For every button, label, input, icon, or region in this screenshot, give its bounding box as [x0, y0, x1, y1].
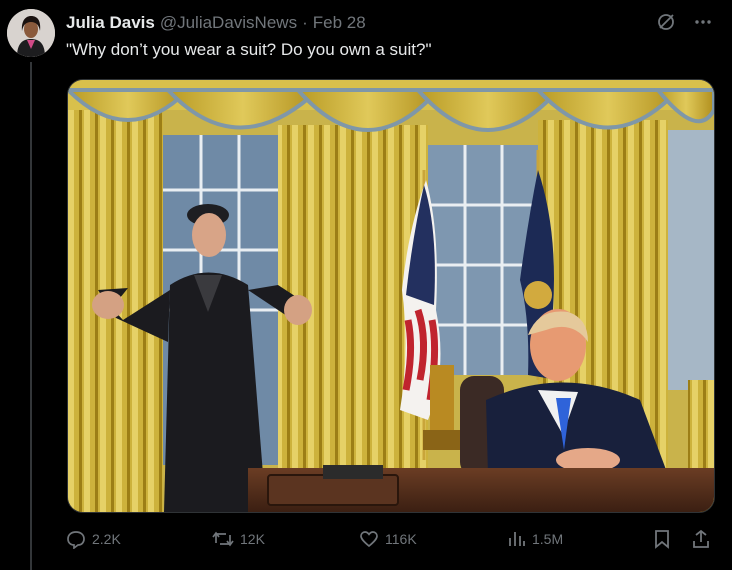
tweet-date[interactable]: Feb 28 — [313, 13, 366, 33]
avatar-image — [7, 9, 55, 57]
share-button[interactable] — [691, 527, 711, 551]
views-count: 1.5M — [532, 531, 564, 547]
avatar[interactable] — [7, 9, 55, 57]
like-icon — [360, 531, 378, 548]
more-icon[interactable] — [694, 13, 712, 31]
tweet-photo[interactable] — [67, 79, 715, 513]
reply-count: 2.2K — [92, 531, 121, 547]
repost-icon — [212, 531, 234, 547]
views-icon — [509, 532, 525, 546]
repost-button[interactable]: 12K — [212, 527, 265, 551]
share-icon — [693, 529, 709, 548]
top-actions — [656, 12, 712, 32]
tweet-text: "Why don’t you wear a suit? Do you own a… — [66, 40, 432, 59]
reply-icon — [67, 531, 85, 549]
bookmark-button[interactable] — [653, 527, 671, 551]
action-bar: 2.2K 12K 116K 1.5M — [66, 527, 716, 551]
bookmark-icon — [655, 530, 669, 549]
like-count: 116K — [385, 531, 417, 547]
tweet-header: Julia Davis @JuliaDavisNews · Feb 28 — [66, 12, 366, 34]
repost-count: 12K — [240, 531, 265, 547]
views-button[interactable]: 1.5M — [506, 527, 563, 551]
author-name[interactable]: Julia Davis — [66, 13, 155, 33]
separator-dot: · — [302, 13, 308, 32]
like-button[interactable]: 116K — [359, 527, 417, 551]
grok-icon[interactable] — [656, 12, 676, 32]
author-handle[interactable]: @JuliaDavisNews — [160, 13, 297, 33]
thread-line — [30, 62, 32, 570]
reply-button[interactable]: 2.2K — [66, 527, 121, 551]
